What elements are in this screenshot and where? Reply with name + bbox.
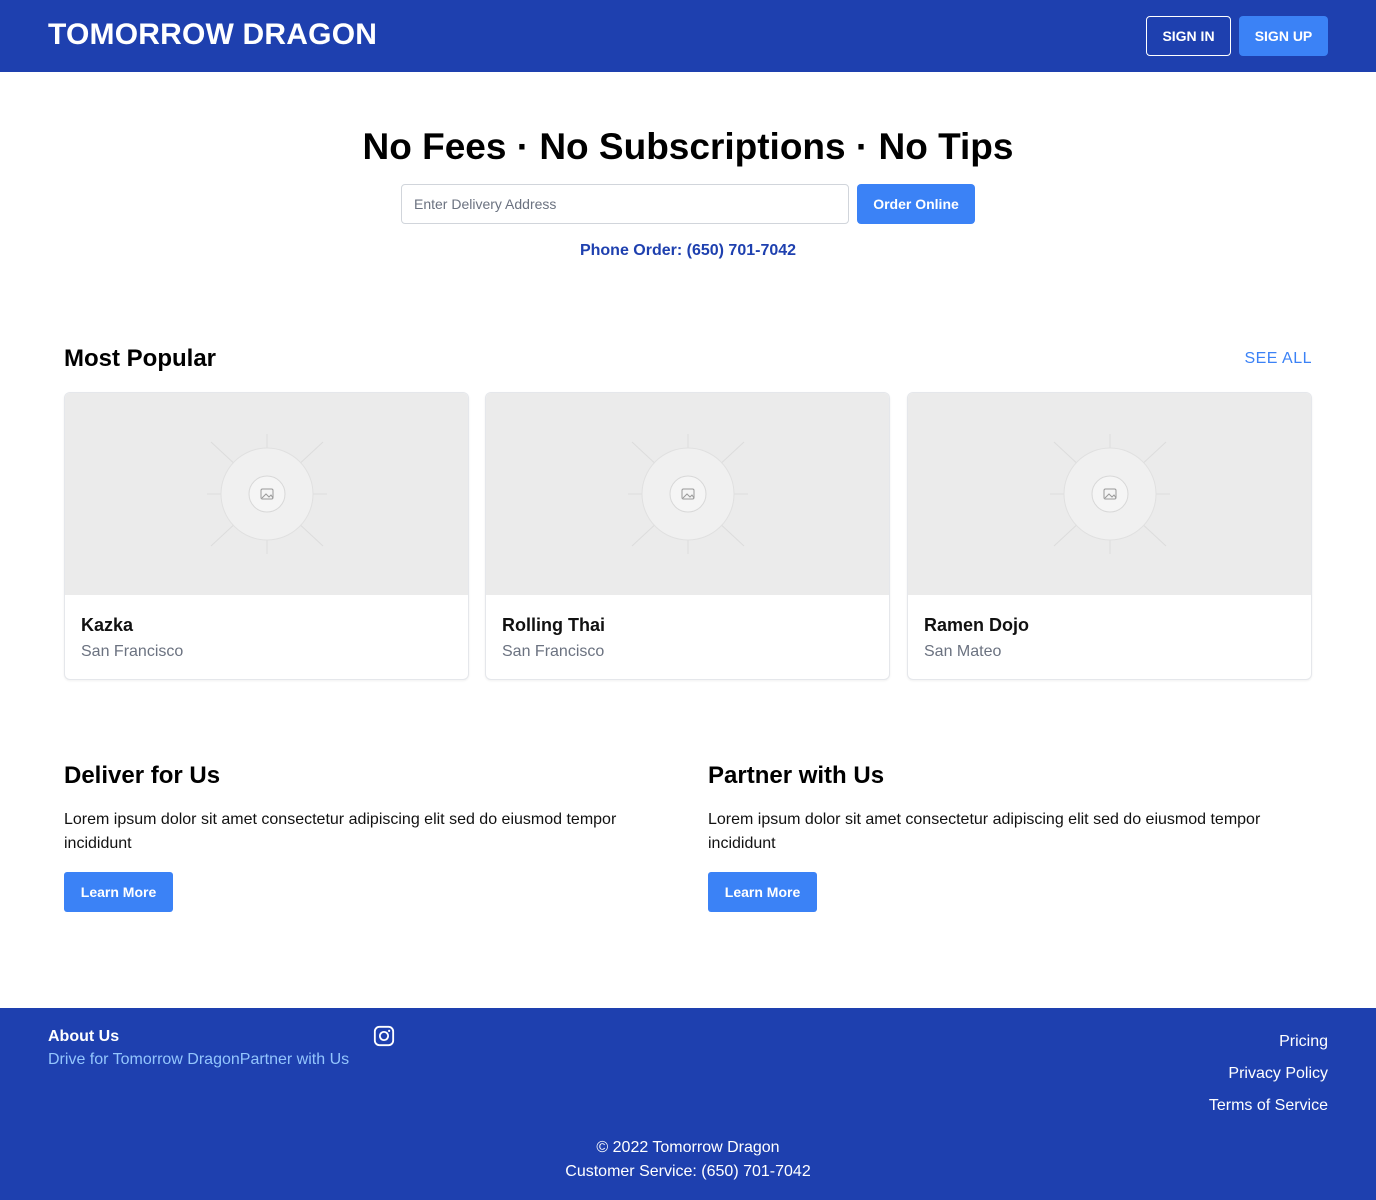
partner-learn-more-button[interactable]: Learn More — [708, 872, 817, 912]
copyright-text: © 2022 Tomorrow Dragon — [596, 1139, 780, 1156]
partner-with-us-title: Partner with Us — [708, 762, 885, 789]
site-header: TOMORROW DRAGON SIGN IN SIGN UP — [0, 0, 1376, 72]
restaurant-name: Kazka — [81, 615, 134, 635]
sign-up-button[interactable]: SIGN UP — [1239, 16, 1328, 56]
image-placeholder-icon — [1049, 434, 1170, 554]
order-online-button[interactable]: Order Online — [857, 184, 975, 224]
about-links: Drive for Tomorrow DragonPartner with Us — [48, 1048, 358, 1072]
restaurant-card[interactable]: Rolling Thai San Francisco — [485, 392, 890, 680]
phone-order-link[interactable]: Phone Order: (650) 701-7042 — [0, 242, 1376, 260]
deliver-for-us-title: Deliver for Us — [64, 762, 221, 789]
most-popular-title: Most Popular — [64, 345, 217, 372]
customer-service-text: Customer Service: (650) 701-7042 — [565, 1163, 811, 1180]
sign-in-button[interactable]: SIGN IN — [1146, 16, 1231, 56]
restaurant-image-placeholder — [908, 393, 1311, 595]
restaurant-city: San Francisco — [81, 643, 184, 660]
hero-title: No Fees · No Subscriptions · No Tips — [362, 126, 1014, 167]
restaurant-card[interactable]: Kazka San Francisco — [64, 392, 469, 680]
restaurant-name: Rolling Thai — [502, 615, 605, 635]
see-all-link[interactable]: SEE ALL — [1244, 350, 1312, 368]
instagram-icon[interactable] — [373, 1025, 395, 1047]
deliver-for-us-text: Lorem ipsum dolor sit amet consectetur a… — [64, 811, 617, 852]
image-placeholder-icon — [627, 434, 748, 554]
about-us-heading: About Us — [48, 1028, 120, 1045]
restaurant-city: San Francisco — [502, 643, 605, 660]
deliver-learn-more-button[interactable]: Learn More — [64, 872, 173, 912]
copyright-block: © 2022 Tomorrow Dragon Customer Service:… — [0, 1136, 1376, 1184]
restaurant-image-placeholder — [486, 393, 889, 595]
restaurant-city: San Mateo — [924, 643, 1002, 660]
brand-logo[interactable]: TOMORROW DRAGON — [48, 18, 377, 52]
footer-links: Pricing Privacy Policy Terms of Service — [1209, 1026, 1328, 1122]
image-placeholder-icon — [206, 434, 327, 554]
terms-of-service-link[interactable]: Terms of Service — [1209, 1090, 1328, 1122]
restaurant-card[interactable]: Ramen Dojo San Mateo — [907, 392, 1312, 680]
privacy-policy-link[interactable]: Privacy Policy — [1209, 1058, 1328, 1090]
restaurant-name: Ramen Dojo — [924, 615, 1030, 635]
pricing-link[interactable]: Pricing — [1209, 1026, 1328, 1058]
partner-with-us-text: Lorem ipsum dolor sit amet consectetur a… — [708, 811, 1261, 852]
site-footer: About Us Drive for Tomorrow DragonPartne… — [0, 1008, 1376, 1200]
drive-link[interactable]: Drive for Tomorrow Dragon — [48, 1051, 240, 1068]
partner-link[interactable]: Partner with Us — [240, 1051, 349, 1068]
restaurant-image-placeholder — [65, 393, 468, 595]
delivery-address-input[interactable] — [401, 184, 849, 224]
